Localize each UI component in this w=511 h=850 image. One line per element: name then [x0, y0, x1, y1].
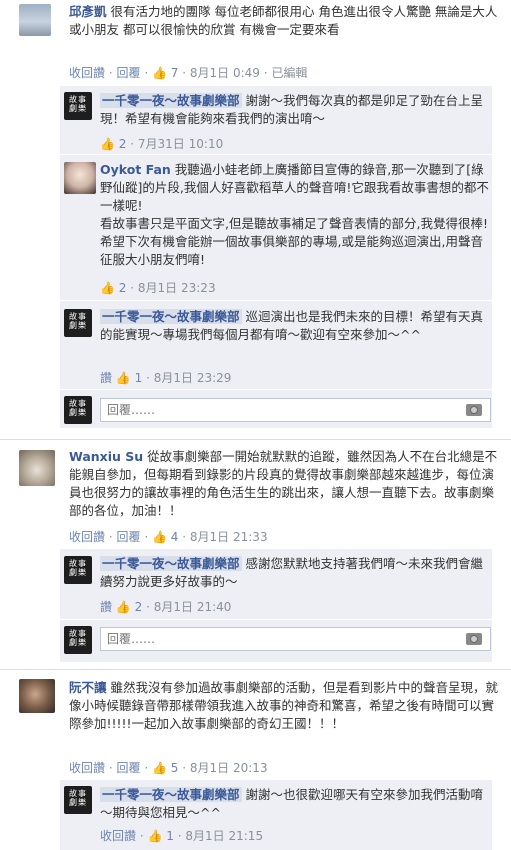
reply-link[interactable]: 回覆	[117, 530, 141, 544]
thumbs-up-icon: 👍	[147, 829, 163, 843]
avatar[interactable]: 故事 劇樂	[64, 556, 92, 584]
page-name[interactable]: 一千零一夜～故事劇樂部	[100, 309, 242, 324]
thumbs-up-icon: 👍	[152, 66, 167, 80]
unlike-link[interactable]: 收回讚	[69, 66, 105, 80]
divider	[60, 154, 492, 155]
reply-input[interactable]: 回覆……	[100, 398, 491, 422]
like-count[interactable]: 2	[135, 600, 143, 614]
reply-meta: 讚 👍 1 · 8月1日 23:29	[100, 371, 232, 385]
like-count[interactable]: 2	[119, 137, 127, 151]
commenter-name[interactable]: 阮不讓	[69, 680, 107, 695]
reply-placeholder: 回覆……	[107, 403, 156, 417]
reply-input[interactable]: 回覆……	[100, 627, 491, 651]
avatar[interactable]: 故事 劇樂	[64, 309, 92, 337]
reply-link[interactable]: 回覆	[117, 761, 141, 775]
divider	[60, 619, 492, 620]
avatar[interactable]	[19, 4, 51, 36]
avatar: 故事 劇樂	[64, 626, 92, 654]
avatar[interactable]	[64, 162, 96, 194]
like-count[interactable]: 1	[166, 829, 174, 843]
timestamp[interactable]: 8月1日 21:15	[185, 829, 263, 843]
comment-meta: 收回讚 · 回覆 · 👍 4 · 8月1日 21:33	[69, 530, 268, 544]
divider	[0, 669, 511, 670]
timestamp[interactable]: 7月31日 10:10	[138, 137, 223, 151]
like-count[interactable]: 7	[171, 66, 179, 80]
comment-text: 很有活力地的團隊 每位老師都很用心 角色進出很令人驚艷 無論是大人或小朋友 都可…	[69, 4, 498, 37]
thumbs-up-icon: 👍	[152, 530, 167, 544]
reply-meta: 👍 2 · 7月31日 10:10	[100, 137, 224, 151]
page-name[interactable]: 一千零一夜～故事劇樂部	[100, 556, 242, 571]
divider	[60, 389, 492, 390]
reply-meta: 收回讚 · 👍 1 · 8月1日 21:15	[100, 829, 264, 843]
like-count[interactable]: 1	[135, 371, 143, 385]
divider	[0, 439, 511, 440]
timestamp[interactable]: 8月1日 0:49	[190, 66, 260, 80]
edited-label[interactable]: 已編輯	[271, 66, 307, 80]
divider	[60, 300, 492, 301]
comment-meta: 收回讚 · 回覆 · 👍 7 · 8月1日 0:49 · 已編輯	[69, 66, 308, 80]
thumbs-up-icon: 👍	[115, 371, 131, 385]
unlike-link[interactable]: 收回讚	[69, 761, 105, 775]
like-count[interactable]: 5	[171, 761, 179, 775]
unlike-link[interactable]: 收回讚	[100, 829, 136, 843]
page-name[interactable]: 一千零一夜～故事劇樂部	[100, 787, 242, 802]
timestamp[interactable]: 8月1日 23:23	[138, 281, 216, 295]
thumbs-up-icon: 👍	[100, 137, 115, 151]
reply-link[interactable]: 回覆	[117, 66, 141, 80]
reply-meta: 👍 2 · 8月1日 23:23	[100, 281, 216, 295]
timestamp[interactable]: 8月1日 20:13	[190, 761, 268, 775]
page-name[interactable]: 一千零一夜～故事劇樂部	[100, 93, 242, 108]
unlike-link[interactable]: 收回讚	[69, 530, 105, 544]
avatar[interactable]	[19, 450, 55, 486]
thumbs-up-icon: 👍	[100, 281, 115, 295]
reply-placeholder: 回覆……	[107, 632, 156, 646]
avatar[interactable]: 故事 劇樂	[64, 786, 92, 814]
commenter-name[interactable]: Wanxiu Su	[69, 449, 143, 464]
comment-text: 雖然我沒有參加過故事劇樂部的活動，但是看到影片中的聲音呈現，就像小時候聽錄音帶那…	[69, 680, 499, 731]
avatar[interactable]: 故事 劇樂	[64, 92, 92, 120]
camera-icon[interactable]	[466, 404, 482, 416]
like-count[interactable]: 2	[119, 281, 127, 295]
like-link[interactable]: 讚	[100, 600, 112, 614]
timestamp[interactable]: 8月1日 23:29	[154, 371, 232, 385]
reply-text: 我聽過小蛙老師上廣播節目宣傳的錄音,那一次聽到了[綠野仙蹤]的片段,我個人好喜歡…	[100, 162, 489, 267]
avatar: 故事 劇樂	[64, 396, 92, 424]
camera-icon[interactable]	[466, 633, 482, 645]
commenter-name[interactable]: Oykot Fan	[100, 162, 171, 177]
timestamp[interactable]: 8月1日 21:33	[190, 530, 268, 544]
like-link[interactable]: 讚	[100, 371, 112, 385]
like-count[interactable]: 4	[171, 530, 179, 544]
comment-meta: 收回讚 · 回覆 · 👍 5 · 8月1日 20:13	[69, 761, 268, 775]
commenter-name[interactable]: 邱彥凱	[69, 4, 107, 19]
thumbs-up-icon: 👍	[115, 600, 131, 614]
avatar[interactable]	[19, 679, 55, 713]
thumbs-up-icon: 👍	[152, 761, 167, 775]
reply-meta: 讚 👍 2 · 8月1日 21:40	[100, 600, 232, 614]
timestamp[interactable]: 8月1日 21:40	[154, 600, 232, 614]
